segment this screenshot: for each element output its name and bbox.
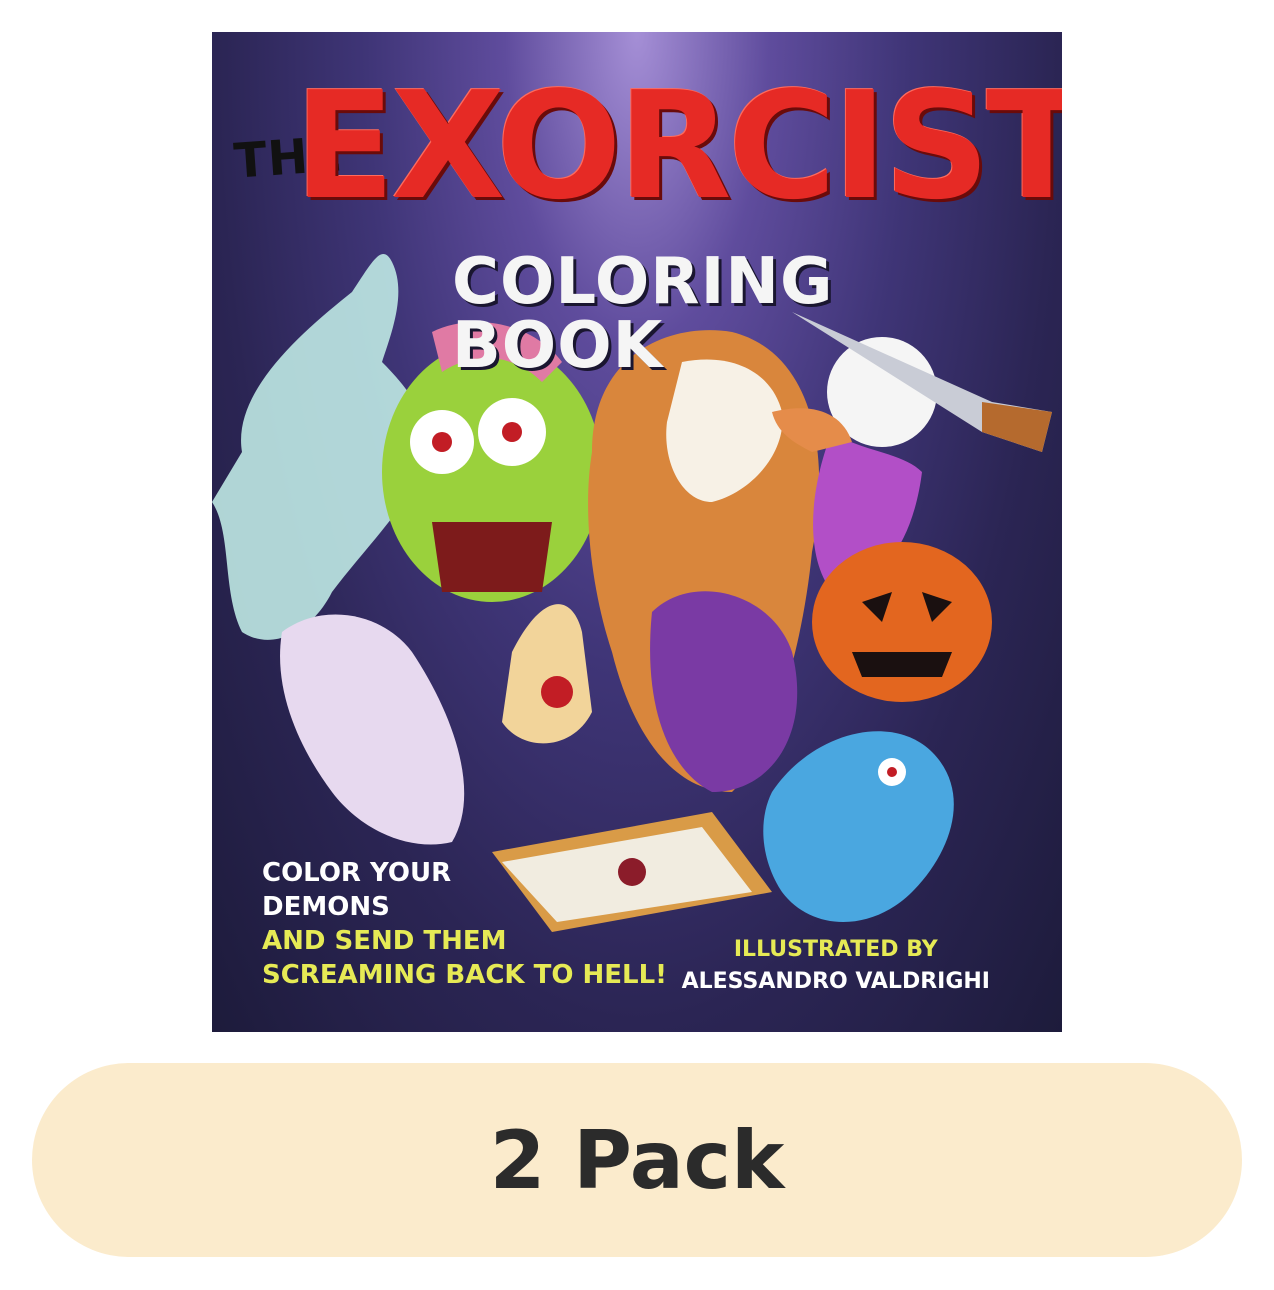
book-title: EXORCIST'S — [294, 60, 1062, 232]
credit-name: ALESSANDRO VALDRIGHI — [681, 969, 990, 994]
tagline-line-2: DEMONS — [262, 892, 390, 922]
hand — [502, 604, 592, 744]
tagline: COLOR YOUR DEMONS AND SEND THEM SCREAMIN… — [262, 856, 667, 992]
product-image[interactable]: THE EXORCIST'S COLORING BOOK COLOR YOUR … — [212, 32, 1062, 1032]
credit-label: ILLUSTRATED BY — [733, 937, 938, 962]
book-subtitle: COLORING BOOK — [452, 245, 834, 383]
tagline-line-3: AND SEND THEM — [262, 926, 507, 956]
tagline-line-4: SCREAMING BACK TO HELL! — [262, 960, 668, 990]
pack-label: 2 Pack — [489, 1113, 785, 1207]
pack-badge: 2 Pack — [32, 1063, 1242, 1257]
mummy — [280, 614, 465, 845]
pumpkin — [812, 542, 992, 702]
illustrator-credit: ILLUSTRATED BY ALESSANDRO VALDRIGHI — [682, 934, 990, 998]
tagline-line-1: COLOR YOUR — [262, 858, 452, 888]
blue-demon — [763, 731, 954, 922]
